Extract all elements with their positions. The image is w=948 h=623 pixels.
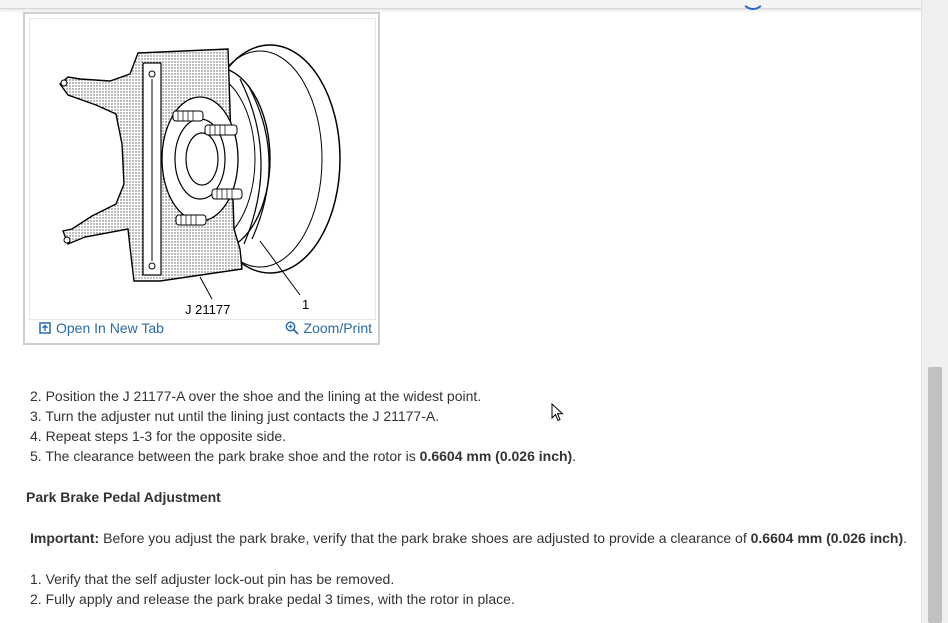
part-callout-number: 1 (302, 297, 309, 312)
circular-icon[interactable] (741, 0, 765, 10)
zoom-print-link[interactable]: Zoom/Print (285, 320, 372, 336)
magnifier-icon (285, 321, 299, 335)
important-label: Important: (30, 530, 100, 546)
open-in-new-tab-icon (39, 322, 51, 334)
open-in-new-tab-label: Open In New Tab (56, 320, 164, 336)
brake-rotor-illustration: J 21177 1 (59, 44, 341, 317)
figure-card: J 21177 1 Open In New Tab Zoom/Print (23, 12, 380, 345)
open-in-new-tab-link[interactable]: Open In New Tab (39, 320, 164, 336)
zoom-print-label: Zoom/Print (303, 320, 372, 336)
list-item: 4. Repeat steps 1-3 for the opposite sid… (30, 428, 287, 444)
mouse-cursor-icon (551, 402, 565, 428)
list-item: 1. Verify that the self adjuster lock-ou… (30, 571, 395, 587)
section-heading: Park Brake Pedal Adjustment (26, 489, 221, 505)
pedal-steps-list: 1. Verify that the self adjuster lock-ou… (26, 569, 916, 609)
brake-diagram[interactable]: J 21177 1 (29, 18, 376, 320)
adjustment-steps-list: 2. Position the J 21177-A over the shoe … (26, 386, 916, 466)
scrollbar-thumb[interactable] (928, 367, 942, 623)
important-note: Important: Before you adjust the park br… (30, 530, 908, 546)
list-item: 2. Fully apply and release the park brak… (30, 591, 515, 607)
procedure-content: 2. Position the J 21177-A over the shoe … (26, 386, 916, 609)
clearance-value: 0.6604 mm (0.026 inch) (750, 530, 904, 546)
list-item: 5. The clearance between the park brake … (30, 448, 577, 464)
list-item: 2. Position the J 21177-A over the shoe … (30, 388, 482, 404)
vertical-scrollbar[interactable] (921, 0, 948, 623)
clearance-value: 0.6604 mm (0.026 inch) (419, 448, 573, 464)
list-item: 3. Turn the adjuster nut until the linin… (30, 408, 440, 424)
top-toolbar (0, 0, 922, 10)
tool-callout-label: J 21177 (185, 302, 230, 317)
figure-footer: Open In New Tab Zoom/Print (29, 316, 374, 340)
